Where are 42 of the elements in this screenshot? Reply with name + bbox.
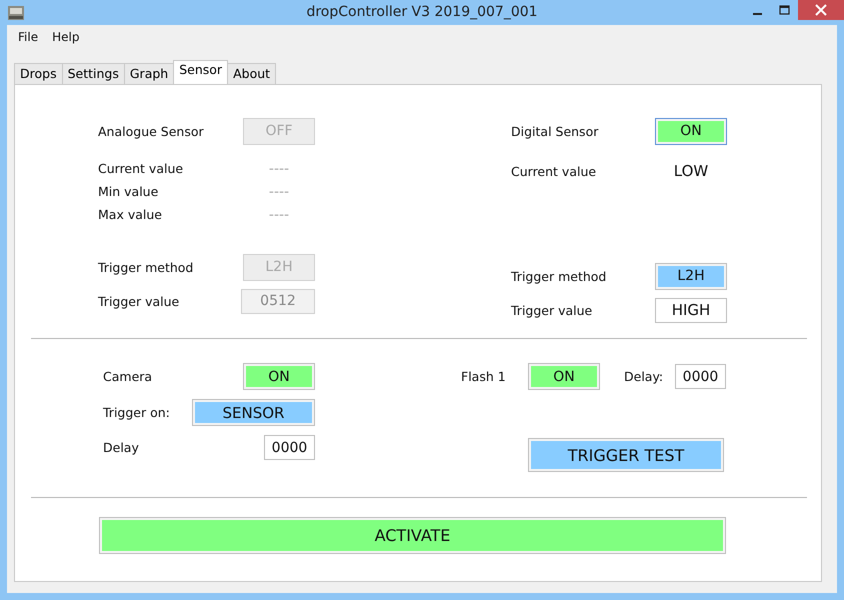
- field-label: Delay: [103, 440, 139, 455]
- field-label: Camera: [103, 369, 152, 384]
- tab[interactable]: Settings: [62, 63, 125, 84]
- tab[interactable]: Drops: [14, 63, 63, 84]
- close-button[interactable]: [798, 0, 844, 20]
- menu-item[interactable]: File: [11, 30, 46, 44]
- field-label: Flash 1: [461, 369, 507, 384]
- app-icon: [7, 4, 25, 20]
- field-label: Trigger on:: [103, 405, 170, 420]
- value-text: ----: [268, 182, 290, 202]
- activate-button[interactable]: ACTIVATE: [99, 517, 726, 554]
- value-text: ----: [268, 206, 290, 224]
- toggle-button[interactable]: ON: [243, 363, 315, 390]
- value-text: LOW: [672, 161, 710, 182]
- field-label: Trigger value: [98, 294, 180, 308]
- window-title: dropController V3 2019_007_001: [305, 4, 539, 20]
- toggle-button[interactable]: SENSOR: [192, 399, 315, 426]
- minimize-icon: [753, 12, 762, 14]
- tab[interactable]: Graph: [124, 63, 174, 84]
- value-field[interactable]: 0000: [675, 364, 726, 389]
- menu-item[interactable]: Help: [45, 30, 86, 44]
- value-field[interactable]: HIGH: [655, 298, 727, 322]
- maximize-icon: [778, 5, 790, 15]
- trigger-test-button[interactable]: TRIGGER TEST: [528, 438, 724, 472]
- field-label: Trigger method: [98, 260, 194, 274]
- value-text: ----: [268, 160, 290, 178]
- tab[interactable]: About: [227, 63, 276, 84]
- field-label: Current value: [511, 164, 596, 178]
- field-label: Digital Sensor: [511, 124, 598, 138]
- field-label: Trigger value: [511, 302, 592, 318]
- field-label: Delay:: [624, 369, 664, 384]
- tab[interactable]: Sensor: [173, 60, 228, 84]
- field-label: Analogue Sensor: [98, 124, 204, 138]
- field-label: Min value: [98, 184, 158, 199]
- field-label: Max value: [98, 207, 162, 222]
- field-label: Trigger method: [511, 268, 606, 284]
- toggle-button[interactable]: ON: [528, 363, 600, 390]
- value-field[interactable]: 0000: [264, 435, 315, 460]
- close-icon: [815, 4, 827, 16]
- toggle-button[interactable]: L2H: [655, 262, 727, 290]
- field-label: Current value: [98, 161, 184, 176]
- toggle-button[interactable]: ON: [655, 118, 727, 144]
